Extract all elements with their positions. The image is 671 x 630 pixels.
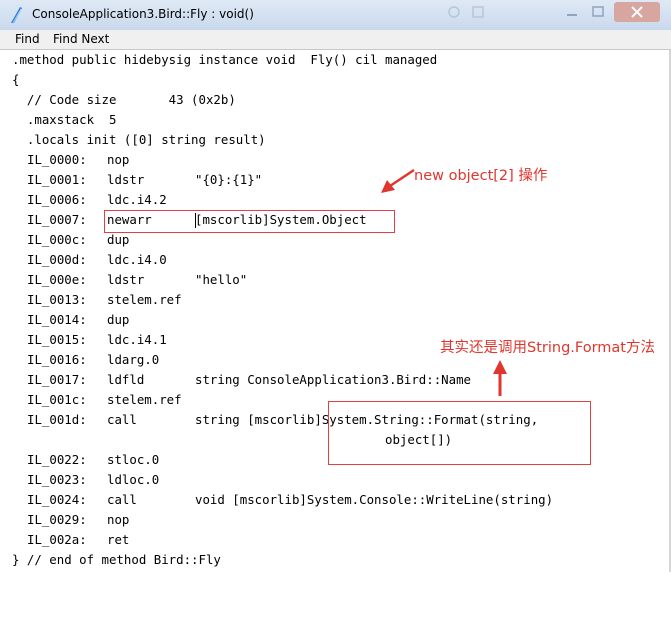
menu-find-next[interactable]: Find Next [53, 32, 109, 46]
il-instruction: IL_0016: ldarg.0 [27, 352, 160, 367]
format-annotation: 其实还是调用String.Format方法 [440, 340, 655, 356]
il-instruction: IL_0022: stloc.0 [27, 452, 160, 467]
il-instruction: IL_0015: ldc.i4.1 [27, 332, 167, 347]
il-instruction-continuation: object[]) [12, 432, 453, 447]
il-instruction: IL_0029: nop [27, 512, 130, 527]
il-instruction: IL_000c: dup [27, 232, 130, 247]
maximize-icon[interactable] [586, 2, 610, 22]
il-code-view[interactable]: .method public hidebysig instance void F… [0, 50, 671, 572]
locals-directive: .locals init ([0] string result) [12, 132, 266, 147]
il-instruction: IL_0000: nop [27, 152, 130, 167]
il-instruction: IL_0013: stelem.ref [27, 292, 182, 307]
maxstack-directive: .maxstack 5 [12, 112, 117, 127]
arrow-to-format-icon [493, 360, 507, 396]
menu-find[interactable]: Find [15, 32, 40, 46]
il-instruction: IL_0014: dup [27, 312, 130, 327]
open-brace: { [12, 72, 20, 87]
il-instruction: IL_0017: ldfld string ConsoleApplication… [27, 372, 472, 387]
ildasm-app-icon [11, 7, 22, 24]
il-instruction: IL_0001: ldstr "{0}:{1}" [27, 172, 263, 187]
method-header: .method public hidebysig instance void F… [12, 52, 438, 67]
method-footer: } // end of method Bird::Fly [12, 552, 221, 567]
il-instruction: IL_002a: ret [27, 532, 130, 547]
il-instruction-call-format: IL_001d: call string [mscorlib]System.St… [27, 412, 539, 427]
il-instruction-newarr: IL_0007: newarr [mscorlib]System.Object [27, 212, 367, 227]
title-bar: ConsoleApplication3.Bird::Fly : void() [0, 0, 671, 31]
il-instruction: IL_001c: stelem.ref [27, 392, 182, 407]
close-icon[interactable] [614, 2, 660, 22]
code-size-comment: // Code size 43 (0x2b) [12, 92, 236, 107]
il-instruction: IL_000e: ldstr "hello" [27, 272, 248, 287]
newarr-annotation: new object[2] 操作 [414, 168, 548, 184]
newarr-highlight-box [104, 210, 395, 233]
text-cursor [195, 213, 196, 228]
arrow-to-newarr-icon [381, 168, 415, 193]
window-controls-faded-icon [448, 6, 484, 18]
il-instruction: IL_0024: call void [mscorlib]System.Cons… [27, 492, 554, 507]
menu-bar: Find Find Next [0, 30, 671, 50]
il-instruction: IL_0006: ldc.i4.2 [27, 192, 167, 207]
minimize-icon[interactable] [560, 2, 584, 22]
format-highlight-box [328, 401, 591, 465]
il-instruction: IL_000d: ldc.i4.0 [27, 252, 167, 267]
window-title: ConsoleApplication3.Bird::Fly : void() [32, 7, 254, 21]
il-instruction: IL_0023: ldloc.0 [27, 472, 160, 487]
